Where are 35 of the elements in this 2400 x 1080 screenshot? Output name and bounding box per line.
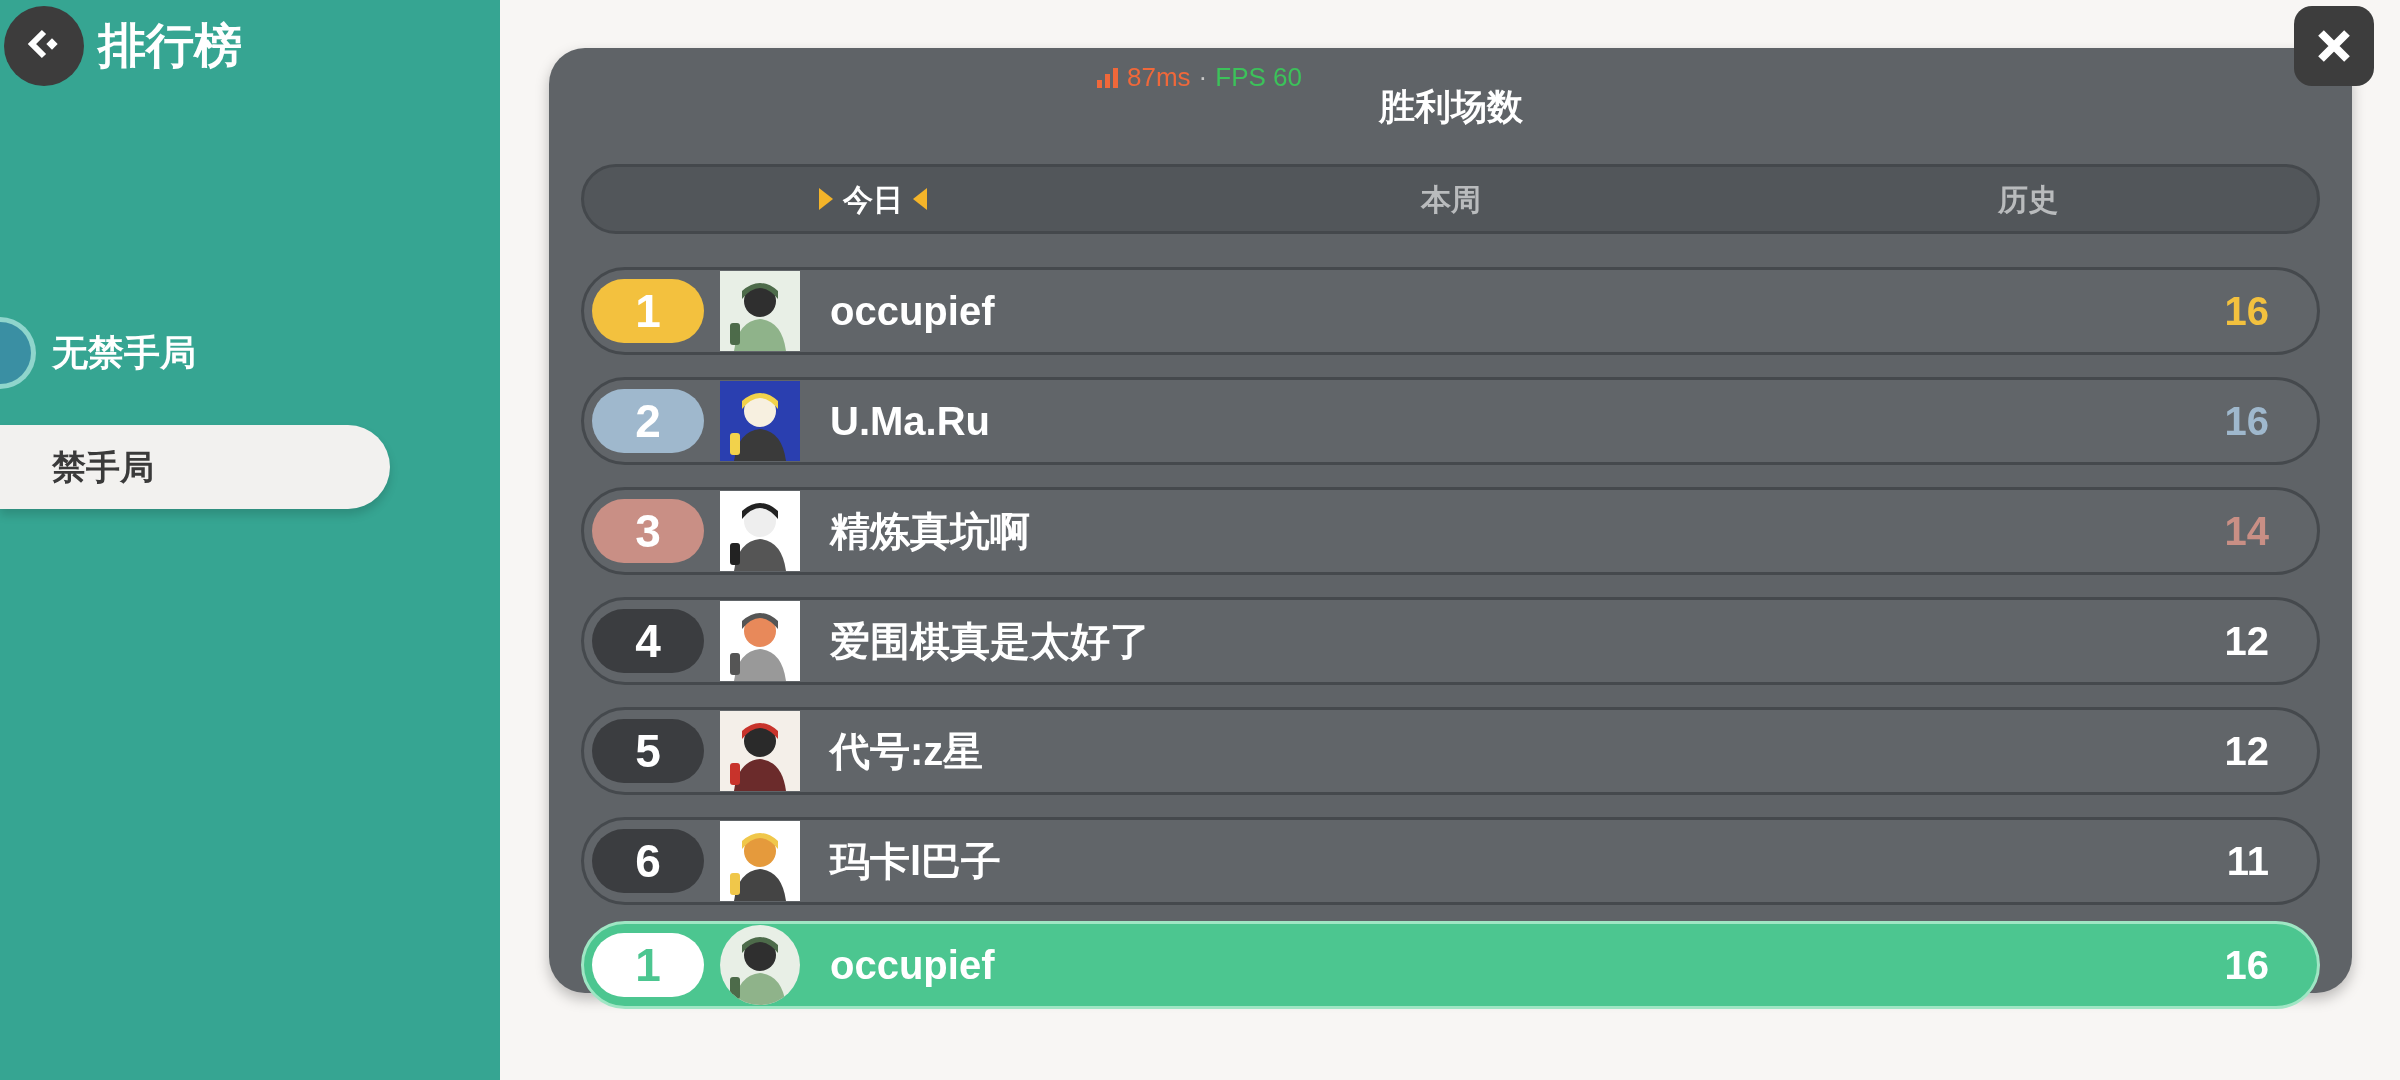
win-count: 12 [2224,618,2269,665]
rank-badge: 1 [592,279,704,343]
win-count: 16 [2224,942,2269,989]
mode-tab[interactable]: 禁手局 [0,425,390,509]
player-name: 玛卡l巴子 [830,838,1002,885]
player-name: 爱围棋真是太好了 [830,618,1150,665]
rank-badge: 1 [592,933,704,997]
player-name: 代号:z星 [830,728,984,775]
ping-text: 87ms [1127,61,1191,94]
triangle-left-icon [912,188,927,210]
period-tab[interactable]: 本周 [1420,176,1481,222]
rank-badge: 6 [592,829,704,893]
win-count: 12 [2224,728,2269,775]
win-count: 16 [2224,288,2269,335]
rank-badge: 3 [592,499,704,563]
signal-icon [1097,67,1119,88]
rank-badge: 4 [592,609,704,673]
player-name: 精炼真坑啊 [830,508,1030,555]
panel-title: 胜利场数 [1378,85,1523,129]
separator-dot: · [1198,61,1208,94]
close-button[interactable] [2294,6,2374,86]
rank-badge: 5 [592,719,704,783]
win-count: 16 [2224,398,2269,445]
triangle-right-icon [818,188,833,210]
period-tab[interactable]: 历史 [1998,176,2059,222]
player-name: occupief [830,942,995,989]
player-name: occupief [830,288,995,335]
player-name: U.Ma.Ru [830,398,990,445]
page-title: 排行榜 [98,18,242,74]
period-tab[interactable]: 今日 [842,176,903,222]
win-count: 14 [2224,508,2269,555]
fps-text: FPS 60 [1215,61,1302,94]
rank-badge: 2 [592,389,704,453]
win-count: 11 [2226,838,2269,885]
mode-tab[interactable]: 无禁手局 [52,326,196,380]
